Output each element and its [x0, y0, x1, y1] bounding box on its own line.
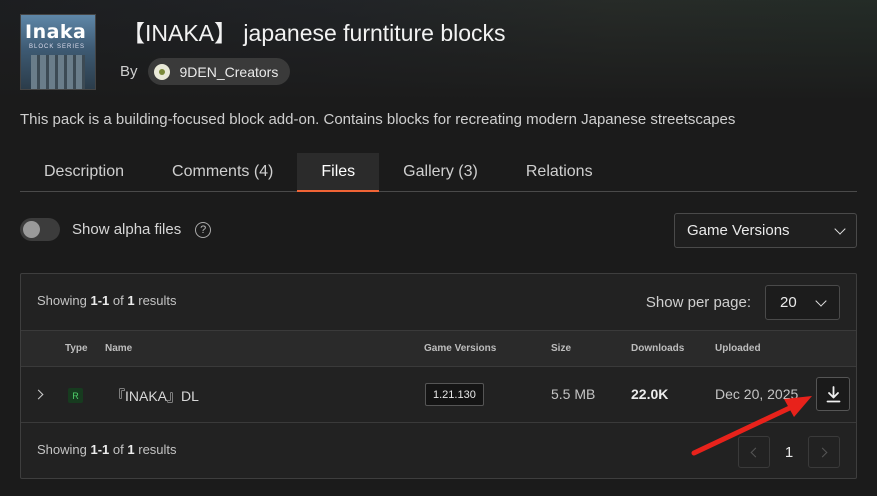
per-page-control: Show per page: 20 — [646, 285, 840, 320]
logo-building-art — [31, 55, 85, 89]
results-total: 1 — [127, 442, 135, 457]
per-page-value: 20 — [780, 294, 797, 311]
col-uploaded: Uploaded — [715, 343, 761, 354]
results-of: of — [112, 293, 124, 308]
per-page-label: Show per page: — [645, 294, 751, 311]
results-suffix: results — [138, 293, 177, 308]
results-total: 1 — [127, 293, 135, 308]
logo-subtext: BLOCK SERIES — [29, 44, 86, 50]
annotation-arrow — [691, 396, 812, 456]
results-summary-bottom: Showing 1-1 of 1 results — [37, 442, 177, 457]
toggle-knob — [23, 221, 40, 238]
chevron-right-icon — [817, 447, 828, 458]
results-prefix: Showing — [37, 293, 87, 308]
alpha-files-toggle[interactable] — [20, 218, 60, 241]
project-description: This pack is a building-focused block ad… — [20, 111, 736, 128]
results-suffix: results — [138, 442, 177, 457]
results-range: 1-1 — [90, 293, 110, 308]
release-badge: R — [68, 388, 83, 403]
chevron-right-icon[interactable] — [33, 389, 44, 400]
download-button[interactable] — [816, 377, 850, 411]
col-game-versions: Game Versions — [424, 343, 497, 354]
col-downloads: Downloads — [631, 343, 685, 354]
project-logo[interactable]: Inaka BLOCK SERIES — [20, 14, 96, 90]
results-of: of — [112, 442, 124, 457]
col-type: Type — [65, 343, 88, 354]
chevron-down-icon — [834, 222, 846, 235]
project-tabs: Description Comments (4) Files Gallery (… — [20, 153, 857, 192]
tab-gallery[interactable]: Gallery (3) — [379, 153, 502, 191]
tab-description[interactable]: Description — [20, 153, 148, 191]
results-range: 1-1 — [90, 442, 110, 457]
file-size: 5.5 MB — [551, 386, 596, 402]
logo-text: Inaka — [25, 21, 87, 43]
by-label: By — [120, 63, 138, 80]
chevron-down-icon — [815, 294, 827, 307]
help-icon[interactable]: ? — [195, 221, 212, 238]
tab-comments[interactable]: Comments (4) — [148, 153, 297, 191]
game-version-chip: 1.21.130 — [425, 383, 484, 406]
project-title: 【INAKA】 japanese furntiture blocks — [122, 20, 506, 46]
alpha-files-label: Show alpha files — [72, 221, 182, 238]
game-versions-select[interactable]: Game Versions — [674, 213, 857, 248]
tab-relations[interactable]: Relations — [502, 153, 617, 191]
results-summary-top: Showing 1-1 of 1 results — [37, 293, 177, 308]
col-size: Size — [551, 343, 572, 354]
col-name: Name — [105, 343, 133, 354]
author-avatar — [153, 63, 170, 80]
download-icon — [826, 386, 841, 403]
file-downloads: 22.0K — [631, 386, 669, 402]
tab-files[interactable]: Files — [297, 153, 380, 192]
per-page-select[interactable]: 20 — [765, 285, 840, 320]
file-name[interactable]: 『INAKA』DL — [111, 386, 199, 406]
files-table-header: Type Name Game Versions Size Downloads U… — [21, 330, 856, 367]
author-name: 9DEN_Creators — [179, 63, 279, 80]
game-versions-label: Game Versions — [687, 222, 790, 239]
results-prefix: Showing — [37, 442, 87, 457]
byline: By 9DEN_Creators — [120, 58, 291, 85]
alpha-files-row: Show alpha files ? — [20, 218, 212, 241]
author-chip[interactable]: 9DEN_Creators — [147, 58, 291, 85]
